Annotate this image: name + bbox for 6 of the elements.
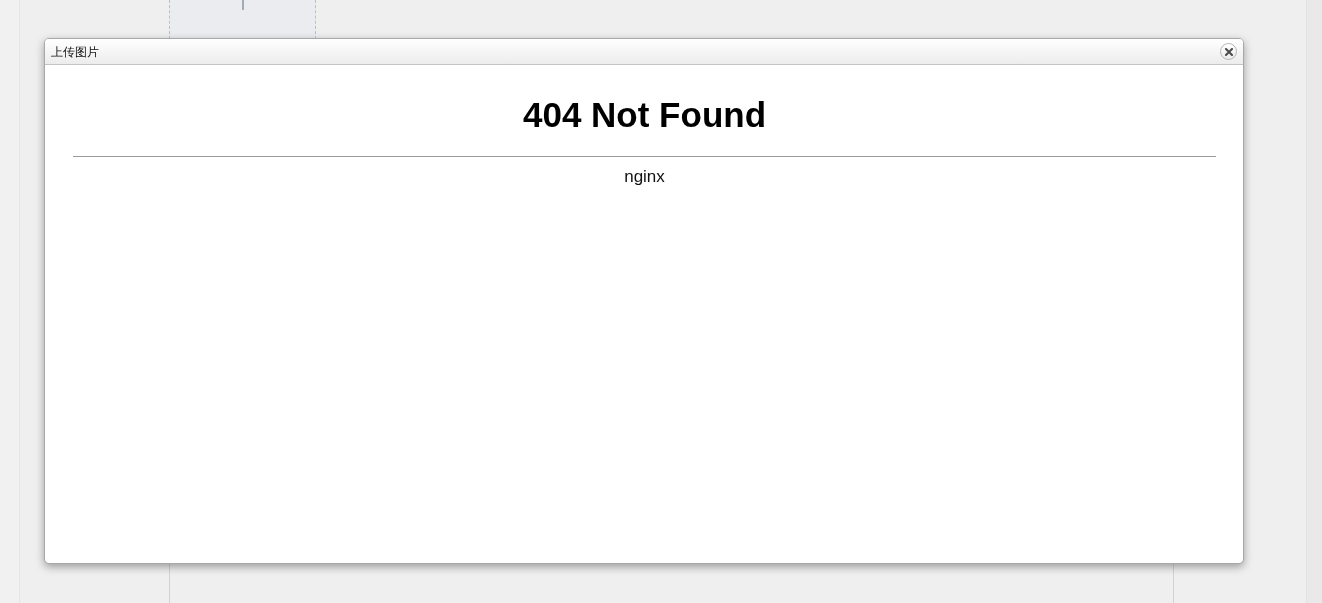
error-heading: 404 Not Found xyxy=(522,95,767,135)
vertical-bar-icon xyxy=(241,0,244,10)
close-button[interactable] xyxy=(1220,43,1237,60)
server-name: nginx xyxy=(624,167,665,187)
close-icon xyxy=(1224,47,1233,56)
dialog-title: 上传图片 xyxy=(51,44,99,59)
